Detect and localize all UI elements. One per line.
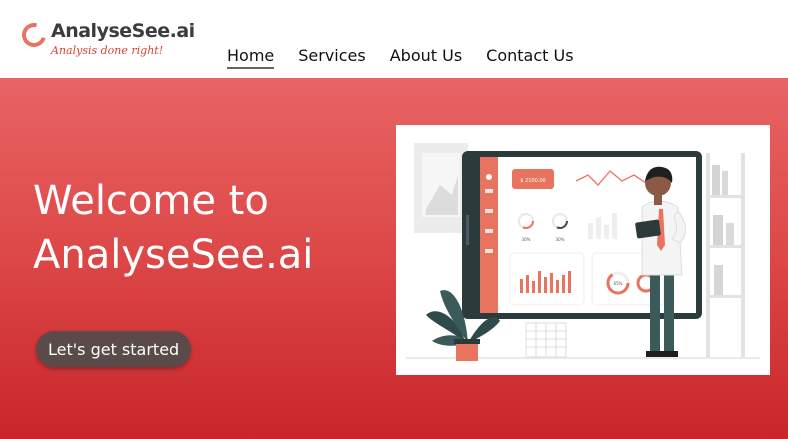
shelf [706,153,745,358]
logo[interactable]: AnalyseSee.ai Analysis done right! [17,16,195,62]
hero-title-line2: AnalyseSee.ai [33,232,314,278]
get-started-button[interactable]: Let's get started [36,331,192,367]
donut-label: 65% [614,281,623,286]
brand-tagline: Analysis done right! [51,44,164,57]
nav-services[interactable]: Services [298,46,365,69]
hero-title: Welcome to AnalyseSee.ai [33,174,373,282]
logo-ring-icon [17,18,51,52]
nav-contact-us[interactable]: Contact Us [486,46,573,69]
gauge-left-label: 30% [522,237,531,242]
gauge-right-label: 30% [556,237,565,242]
hero-section: Welcome to AnalyseSee.ai Let's get start… [0,78,788,439]
site-header: AnalyseSee.ai Analysis done right! Home … [0,0,788,78]
main-nav: Home Services About Us Contact Us [227,46,598,69]
nav-about-us[interactable]: About Us [390,46,462,69]
dashboard-illustration: $ 2100.00 30% 30% 65% [406,143,760,361]
value-card-text: $ 2100.00 [520,178,545,184]
basket [525,322,567,358]
hero-illustration: $ 2100.00 30% 30% 65% [396,125,770,375]
nav-home[interactable]: Home [227,46,275,69]
brand-name: AnalyseSee.ai [51,20,195,42]
hero-title-line1: Welcome to [33,178,269,224]
